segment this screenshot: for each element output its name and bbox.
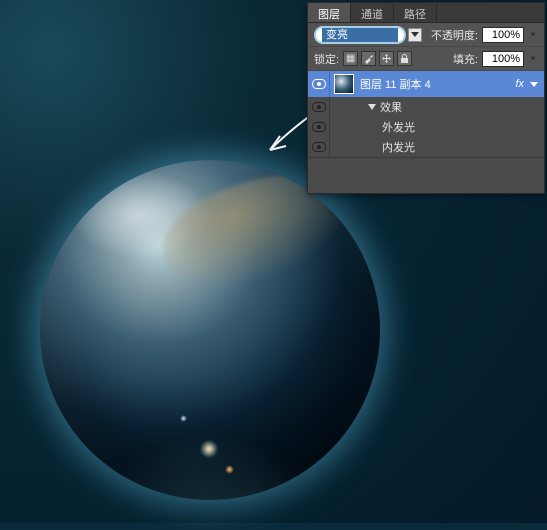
effects-collapse-button[interactable] xyxy=(530,82,544,87)
eye-icon xyxy=(312,79,326,89)
fill-label: 填充: xyxy=(453,51,478,67)
chevron-down-icon xyxy=(530,33,536,37)
layer-list-empty-area xyxy=(308,157,544,193)
lock-pixels-button[interactable] xyxy=(361,51,376,66)
chevron-down-icon xyxy=(368,104,376,110)
layer-row-selected[interactable]: 图层 11 副本 4 fx xyxy=(308,71,544,97)
panel-tabs: 图层 通道 路径 xyxy=(308,3,544,23)
fill-flyout-button[interactable] xyxy=(528,56,538,61)
chevron-down-icon xyxy=(530,82,538,87)
eye-icon xyxy=(312,102,326,112)
lock-icon xyxy=(399,53,410,64)
brush-icon xyxy=(363,53,374,64)
effect-inner-glow-row[interactable]: 内发光 xyxy=(308,137,544,157)
eye-icon xyxy=(312,122,326,132)
lock-label: 锁定: xyxy=(314,51,339,67)
chevron-down-icon xyxy=(411,32,419,37)
blend-mode-value: 变亮 xyxy=(322,28,398,42)
lock-icons: ▦ xyxy=(343,51,412,66)
tab-paths[interactable]: 路径 xyxy=(394,3,437,22)
visibility-toggle[interactable] xyxy=(308,137,330,157)
tab-channels[interactable]: 通道 xyxy=(351,3,394,22)
lens-flare xyxy=(225,465,234,474)
layer-list: 图层 11 副本 4 fx 效果 外发光 内发光 xyxy=(308,71,544,193)
opacity-input[interactable]: 100% xyxy=(482,27,524,43)
layer-thumbnail[interactable] xyxy=(334,74,354,94)
eye-icon xyxy=(312,142,326,152)
layer-name[interactable]: 图层 11 副本 4 xyxy=(358,76,509,92)
visibility-toggle[interactable] xyxy=(308,117,330,137)
blend-mode-select[interactable]: 变亮 xyxy=(314,26,406,44)
lock-all-button[interactable] xyxy=(397,51,412,66)
effect-outer-glow-row[interactable]: 外发光 xyxy=(308,117,544,137)
lock-transparency-button[interactable]: ▦ xyxy=(343,51,358,66)
blend-opacity-row: 变亮 不透明度: 100% xyxy=(308,23,544,47)
lens-flare xyxy=(200,440,218,458)
lens-flare xyxy=(180,415,187,422)
move-icon xyxy=(381,53,392,64)
effect-name: 外发光 xyxy=(382,119,415,135)
effect-name: 内发光 xyxy=(382,139,415,155)
visibility-toggle[interactable] xyxy=(308,97,330,117)
opacity-label: 不透明度: xyxy=(431,27,478,43)
effects-label: 效果 xyxy=(380,99,402,115)
opacity-flyout-button[interactable] xyxy=(528,32,538,37)
chevron-down-icon xyxy=(530,57,536,61)
visibility-toggle[interactable] xyxy=(308,71,330,97)
effects-header-row[interactable]: 效果 xyxy=(308,97,544,117)
lock-fill-row: 锁定: ▦ 填充: 100% xyxy=(308,47,544,71)
layers-panel: 图层 通道 路径 变亮 不透明度: 100% 锁定: ▦ 填充: 100% xyxy=(307,2,545,194)
blend-mode-dropdown-button[interactable] xyxy=(408,28,422,42)
fill-input[interactable]: 100% xyxy=(482,51,524,67)
fx-indicator[interactable]: fx xyxy=(509,78,530,90)
lock-position-button[interactable] xyxy=(379,51,394,66)
tab-layers[interactable]: 图层 xyxy=(308,3,351,22)
